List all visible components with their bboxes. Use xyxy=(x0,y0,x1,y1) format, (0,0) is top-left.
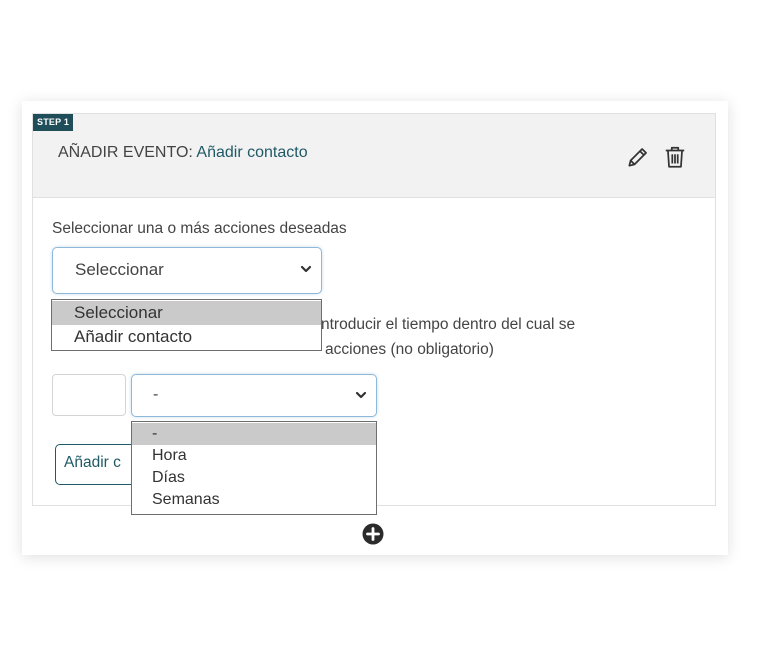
time-unit-option[interactable]: - xyxy=(132,423,376,445)
time-unit-dropdown: - Hora Días Semanas xyxy=(131,421,377,515)
actions-dropdown: Seleccionar Añadir contacto xyxy=(51,299,322,351)
chevron-down-icon xyxy=(355,391,367,399)
step-badge: STEP 1 xyxy=(33,114,74,131)
step-card: STEP 1 AÑADIR EVENTO: Añadir contacto Se… xyxy=(22,101,728,555)
trash-icon xyxy=(665,146,685,168)
plus-circle-icon xyxy=(362,523,384,545)
step-header: STEP 1 AÑADIR EVENTO: Añadir contacto xyxy=(32,113,716,198)
delete-button[interactable] xyxy=(662,144,688,170)
add-action-button-label: Añadir c xyxy=(64,454,121,471)
step-title: AÑADIR EVENTO: Añadir contacto xyxy=(58,144,308,162)
chevron-down-icon xyxy=(300,265,312,273)
time-amount-input[interactable] xyxy=(52,374,126,416)
time-unit-select[interactable]: - xyxy=(131,374,377,417)
time-label-line-1: ntroducir el tiempo dentro del cual se xyxy=(321,316,576,333)
step-title-value: Añadir contacto xyxy=(196,144,308,161)
time-unit-select-value: - xyxy=(153,386,159,403)
actions-option[interactable]: Añadir contacto xyxy=(52,325,321,349)
time-unit-option[interactable]: Hora xyxy=(132,445,376,467)
pencil-icon xyxy=(628,148,647,167)
actions-select-value: Seleccionar xyxy=(75,260,164,279)
time-unit-option[interactable]: Semanas xyxy=(132,489,376,511)
time-unit-option[interactable]: Días xyxy=(132,467,376,489)
time-label-line-2: acciones (no obligatorio) xyxy=(325,341,494,358)
add-step-button[interactable] xyxy=(362,523,384,545)
actions-option[interactable]: Seleccionar xyxy=(52,301,321,325)
actions-select[interactable]: Seleccionar xyxy=(52,247,322,294)
actions-label: Seleccionar una o más acciones deseadas xyxy=(52,220,347,237)
step-title-label: AÑADIR EVENTO: xyxy=(58,144,193,161)
edit-button[interactable] xyxy=(625,144,651,170)
